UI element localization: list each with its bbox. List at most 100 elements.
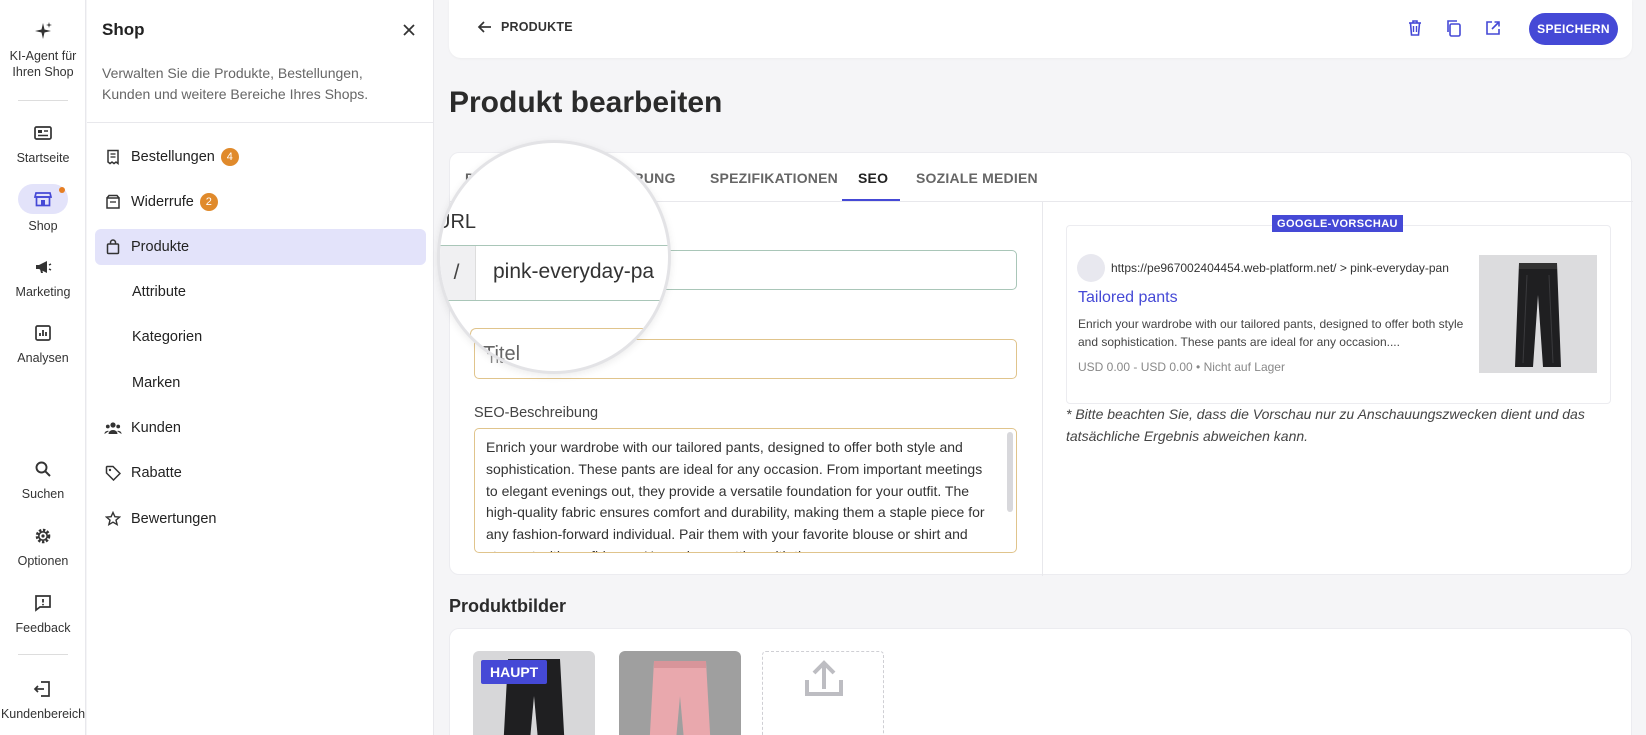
- nav-item-attribute[interactable]: Attribute: [95, 274, 426, 310]
- google-preview-image: [1479, 255, 1597, 373]
- megaphone-icon: [36, 261, 52, 273]
- nav-item-kunden[interactable]: Kunden: [95, 410, 426, 446]
- nav-label: Bewertungen: [131, 511, 217, 527]
- nav-item-widerrufe[interactable]: Widerrufe 2: [95, 184, 426, 220]
- textarea-scrollbar[interactable]: [1007, 432, 1013, 512]
- nav-label: Attribute: [132, 284, 186, 300]
- google-preview-title[interactable]: Tailored pants: [1078, 289, 1178, 307]
- rail-label: Startseite: [16, 151, 70, 165]
- rail-label: KI-Agent für Ihren Shop: [9, 49, 77, 79]
- rail-label: Shop: [28, 219, 58, 233]
- preview-disclaimer: * Bitte beachten Sie, dass die Vorschau …: [1066, 406, 1585, 444]
- upload-icon: [805, 660, 843, 696]
- save-button[interactable]: SPEICHERN: [1529, 13, 1618, 45]
- rail-item-startseite[interactable]: Startseite: [0, 122, 86, 166]
- nav-label: Widerrufe: [131, 194, 194, 210]
- nav-label: Rabatte: [131, 465, 182, 481]
- top-bar: PRODUKTE SPEICHERN: [449, 0, 1632, 58]
- rail-label: Suchen: [21, 487, 65, 501]
- icon-rail: KI-Agent für Ihren Shop Startseite Shop …: [0, 0, 86, 735]
- rail-label: Kundenbereich: [0, 707, 86, 721]
- tag-icon: [105, 465, 121, 481]
- gear-icon: [35, 528, 51, 544]
- dashboard-icon: [34, 126, 52, 140]
- duplicate-icon[interactable]: [1444, 18, 1464, 38]
- panel-title: Shop: [102, 20, 145, 39]
- nav-label: Produkte: [131, 239, 190, 255]
- magnifier-overlay: URL / pink-everyday-pa Titel: [437, 140, 671, 374]
- magnified-title-placeholder: Titel: [483, 343, 521, 365]
- magnified-url-input: / pink-everyday-pa: [440, 245, 668, 301]
- shop-panel: Shop Verwalten Sie die Produkte, Bestell…: [87, 0, 434, 735]
- nav-item-bestellungen[interactable]: Bestellungen 4: [95, 139, 426, 175]
- rail-divider: [18, 654, 68, 655]
- rail-item-shop[interactable]: Shop: [0, 184, 86, 234]
- arrow-left-icon: [477, 21, 491, 33]
- panel-description: Verwalten Sie die Produkte, Bestellungen…: [102, 65, 369, 102]
- rail-label: Marketing: [15, 285, 71, 299]
- main-image-badge: HAUPT: [481, 660, 548, 684]
- feedback-icon: [35, 595, 51, 612]
- tab-soziale-medien[interactable]: SOZIALE MEDIEN: [916, 170, 1038, 186]
- star-icon: [105, 511, 121, 527]
- orders-count-badge: 4: [220, 148, 239, 166]
- nav-item-produkte[interactable]: Produkte: [95, 229, 426, 265]
- image-upload-dropzone[interactable]: [762, 651, 884, 735]
- column-divider: [1042, 202, 1043, 576]
- nav-item-kategorien[interactable]: Kategorien: [95, 319, 426, 355]
- nav-item-rabatte[interactable]: Rabatte: [95, 455, 426, 491]
- back-label: PRODUKTE: [501, 20, 573, 34]
- google-preview-url: https://pe967002404454.web-platform.net/…: [1111, 261, 1449, 275]
- magnified-url-label: URL: [437, 211, 477, 233]
- search-icon: [35, 461, 51, 477]
- panel-divider: [87, 122, 434, 123]
- magnified-url-prefix: /: [440, 246, 476, 300]
- rail-label: Optionen: [17, 554, 69, 568]
- seo-description-label: SEO-Beschreibung: [474, 405, 599, 421]
- rail-item-marketing[interactable]: Marketing: [0, 256, 86, 300]
- favicon-placeholder: [1077, 254, 1105, 282]
- active-tab-indicator: [842, 199, 900, 201]
- back-to-products-link[interactable]: PRODUKTE: [477, 20, 573, 34]
- nav-label: Kategorien: [132, 329, 203, 345]
- nav-item-marken[interactable]: Marken: [95, 365, 426, 401]
- chart-icon: [35, 325, 51, 341]
- nav-label: Kunden: [131, 420, 181, 436]
- product-image[interactable]: [619, 651, 741, 735]
- sparkle-icon: [35, 22, 52, 39]
- nav-item-bewertungen[interactable]: Bewertungen: [95, 501, 426, 537]
- return-box-icon: [106, 194, 120, 209]
- external-link-icon[interactable]: [1483, 18, 1503, 38]
- trash-icon[interactable]: [1405, 18, 1425, 38]
- tab-spezifikationen[interactable]: SPEZIFIKATIONEN: [710, 170, 838, 186]
- nav-label: Bestellungen: [131, 149, 215, 165]
- returns-count-badge: 2: [199, 193, 218, 211]
- magnified-url-value: pink-everyday-pa: [493, 260, 655, 283]
- rail-label: Feedback: [15, 621, 71, 635]
- notification-dot: [59, 187, 65, 193]
- close-icon[interactable]: [399, 20, 419, 40]
- rail-item-optionen[interactable]: Optionen: [0, 525, 86, 569]
- tab-seo[interactable]: SEO: [858, 170, 888, 186]
- page-title: Produkt bearbeiten: [449, 86, 723, 119]
- nav-label: Marken: [132, 375, 181, 391]
- store-icon: [33, 192, 53, 207]
- bag-icon: [106, 239, 120, 255]
- rail-item-feedback[interactable]: Feedback: [0, 592, 86, 636]
- receipt-icon: [107, 149, 119, 165]
- pants-image: [1515, 263, 1561, 367]
- rail-item-kundenbereich[interactable]: Kundenbereich: [0, 678, 86, 722]
- rail-label: Analysen: [17, 351, 69, 365]
- pink-pants-thumbnail: [649, 661, 711, 735]
- seo-description-text: Enrich your wardrobe with our tailored p…: [486, 439, 985, 552]
- product-images-title: Produktbilder: [449, 596, 567, 616]
- rail-divider: [18, 100, 68, 101]
- google-preview-price: USD 0.00 - USD 0.00 • Nicht auf Lager: [1078, 360, 1285, 374]
- google-preview-description: Enrich your wardrobe with our tailored p…: [1078, 317, 1464, 349]
- rail-item-analysen[interactable]: Analysen: [0, 322, 86, 366]
- users-icon: [104, 422, 122, 434]
- seo-description-textarea[interactable]: Enrich your wardrobe with our tailored p…: [474, 428, 1017, 553]
- rail-item-suchen[interactable]: Suchen: [0, 458, 86, 502]
- logout-icon: [33, 681, 50, 697]
- rail-item-ki-agent[interactable]: KI-Agent für Ihren Shop: [0, 20, 86, 80]
